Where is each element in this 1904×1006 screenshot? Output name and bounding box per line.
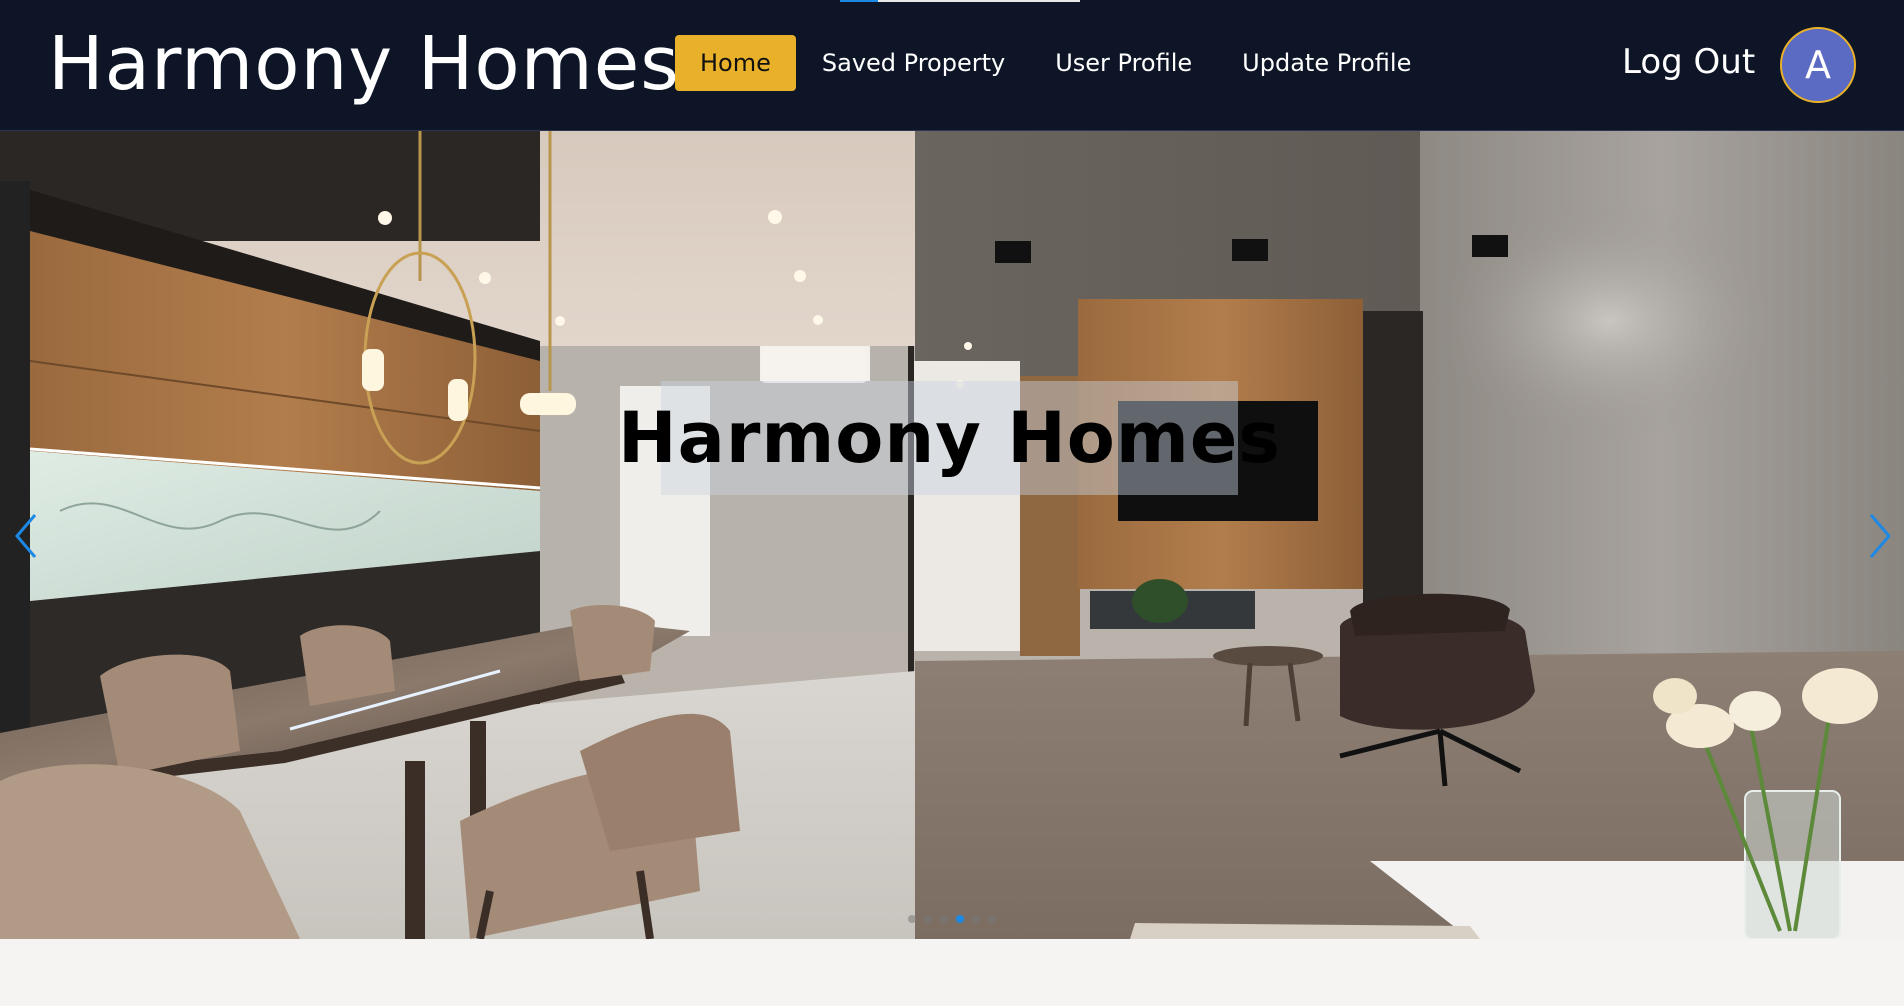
nav-home[interactable]: Home bbox=[675, 35, 796, 91]
carousel-indicator-dot[interactable] bbox=[972, 915, 980, 923]
nav-user-profile[interactable]: User Profile bbox=[1030, 35, 1217, 91]
carousel-indicator-dot[interactable] bbox=[956, 915, 964, 923]
chevron-right-icon bbox=[1869, 514, 1891, 558]
page-load-progress-bar bbox=[840, 0, 1080, 2]
chevron-left-icon bbox=[15, 514, 37, 558]
main-nav: Home Saved Property User Profile Update … bbox=[675, 35, 1436, 91]
interior-photo bbox=[0, 131, 1904, 939]
hero-title: Harmony Homes bbox=[618, 397, 1281, 479]
brand-logo[interactable]: Harmony Homes bbox=[48, 18, 680, 110]
nav-saved-property[interactable]: Saved Property bbox=[797, 35, 1030, 91]
carousel-indicators bbox=[908, 915, 996, 923]
avatar[interactable]: A bbox=[1780, 27, 1856, 103]
progress-bar-fill bbox=[840, 0, 879, 2]
carousel-next-button[interactable] bbox=[1860, 509, 1900, 563]
logout-button[interactable]: Log Out bbox=[1622, 42, 1755, 82]
top-navbar: Harmony Homes Home Saved Property User P… bbox=[0, 0, 1904, 131]
hero-carousel: Harmony Homes bbox=[0, 131, 1904, 939]
hero-caption: Harmony Homes bbox=[618, 381, 1280, 495]
carousel-indicator-dot[interactable] bbox=[940, 915, 948, 923]
nav-update-profile[interactable]: Update Profile bbox=[1217, 35, 1436, 91]
carousel-indicator-dot[interactable] bbox=[988, 915, 996, 923]
carousel-indicator-dot[interactable] bbox=[924, 915, 932, 923]
carousel-indicator-dot[interactable] bbox=[908, 915, 916, 923]
carousel-prev-button[interactable] bbox=[6, 509, 46, 563]
